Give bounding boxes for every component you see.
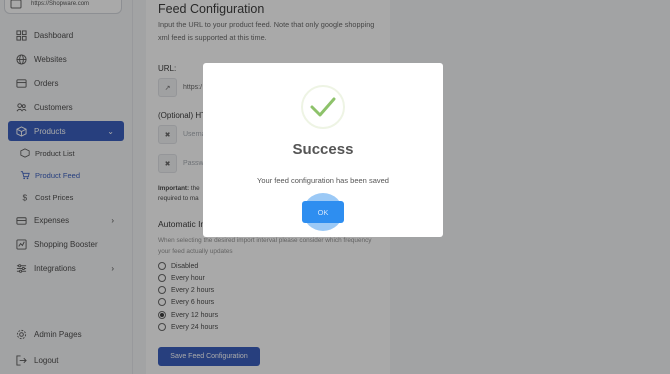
check-icon — [310, 97, 336, 117]
modal-message: Your feed configuration has been saved — [257, 176, 389, 185]
success-modal: Success Your feed configuration has been… — [203, 63, 443, 237]
ok-button[interactable]: OK — [302, 201, 344, 223]
modal-title: Success — [292, 141, 354, 158]
success-icon-circle — [301, 85, 345, 129]
